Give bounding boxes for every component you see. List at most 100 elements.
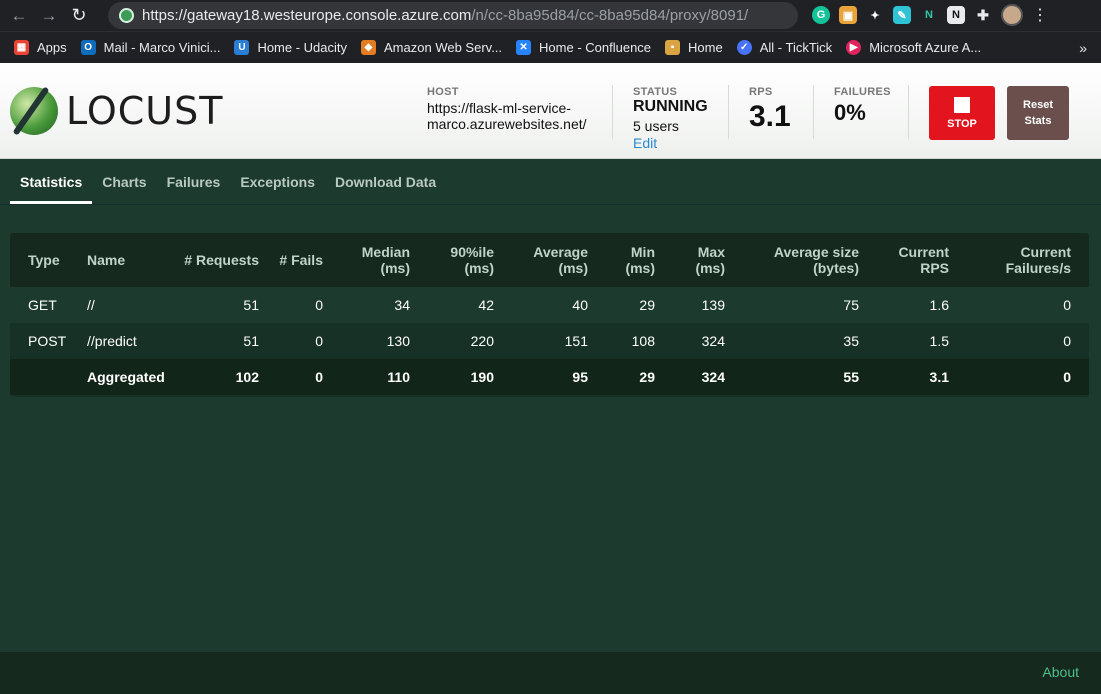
forward-arrow-icon[interactable]: → [38, 5, 60, 27]
table-cell: 0 [315, 333, 323, 349]
reset-stats-button[interactable]: Reset Stats [1007, 86, 1069, 140]
reload-icon[interactable]: ↻ [68, 5, 90, 27]
outlook-icon: O [80, 40, 96, 55]
column-header[interactable]: Min (ms) [588, 233, 655, 287]
bookmarks-overflow-icon[interactable]: » [1079, 40, 1087, 56]
failures-label: FAILURES [834, 86, 891, 98]
table-cell: 324 [701, 333, 725, 349]
about-link[interactable]: About [1042, 664, 1079, 680]
tabs-divider [0, 204, 1101, 205]
n-extension-icon[interactable]: N [920, 6, 938, 24]
confluence-icon: ✕ [516, 40, 532, 55]
tab-download-data[interactable]: Download Data [325, 166, 446, 204]
column-header[interactable]: Average (ms) [494, 233, 588, 287]
table-cell: POST [28, 333, 67, 349]
grammarly-icon[interactable]: G [812, 6, 830, 24]
bookmark-home[interactable]: ▪ Home [665, 40, 723, 55]
divider [612, 85, 613, 139]
column-header[interactable]: # Requests [175, 233, 259, 287]
table-cell: 40 [572, 297, 588, 313]
aggregated-row: Aggregated 102 0 110 190 95 29 324 55 3.… [10, 359, 1089, 395]
locust-logo: LOCUST [10, 87, 223, 135]
tab-statistics[interactable]: Statistics [10, 166, 93, 204]
puzzle-extensions-icon[interactable]: ✚ [974, 6, 992, 24]
azure-icon: ▶ [846, 40, 862, 55]
table-cell: 0 [315, 297, 323, 313]
bookmark-apps[interactable]: ▦ Apps [14, 40, 67, 55]
table-cell: 51 [243, 333, 259, 349]
status-info: STATUS RUNNING 5 users Edit [633, 86, 708, 151]
table-header-row: Type Name # Requests # Fails Median (ms)… [10, 233, 1089, 287]
column-header[interactable]: Average size (bytes) [725, 233, 859, 287]
pen-extension-icon[interactable]: ✎ [893, 6, 911, 24]
stop-button[interactable]: STOP [929, 86, 995, 140]
host-label: HOST [427, 86, 459, 98]
table-cell: 190 [470, 369, 494, 385]
locust-logo-icon [10, 87, 58, 135]
user-count: 5 users [633, 118, 679, 134]
table-cell: 151 [564, 333, 588, 349]
rps-info: RPS 3.1 [749, 86, 791, 134]
table-cell: 29 [639, 369, 655, 385]
table-cell: 35 [843, 333, 859, 349]
url-text[interactable]: https://gateway18.westeurope.console.azu… [142, 7, 748, 24]
browser-toolbar: ← → ↻ https://gateway18.westeurope.conso… [0, 0, 1101, 31]
table-cell [10, 359, 87, 395]
site-info-icon[interactable] [119, 8, 134, 23]
host-info: HOST https://flask-ml-service-marco.azur… [427, 86, 597, 132]
table-row: POST //predict 51 0 130 220 151 108 324 … [10, 323, 1089, 359]
edit-users-link[interactable]: Edit [633, 135, 708, 151]
table-cell: 110 [387, 369, 410, 385]
status-label: STATUS [633, 86, 678, 98]
table-cell: 220 [470, 333, 494, 349]
bookmark-mail[interactable]: O Mail - Marco Vinici... [80, 40, 220, 55]
table-cell: 0 [1063, 333, 1071, 349]
footer: About [0, 652, 1101, 694]
browser-menu-icon[interactable]: ⋮ [1032, 5, 1048, 25]
table-cell: 130 [386, 333, 410, 349]
tab-failures[interactable]: Failures [157, 166, 231, 204]
dog-extension-icon[interactable]: ✦ [866, 6, 884, 24]
table-cell: 75 [843, 297, 859, 313]
locust-header: LOCUST HOST https://flask-ml-service-mar… [0, 63, 1101, 159]
column-header[interactable]: Type [10, 233, 87, 287]
bookmark-aws[interactable]: ◆ Amazon Web Serv... [361, 40, 502, 55]
bookmark-ticktick[interactable]: ✓ All - TickTick [736, 40, 832, 55]
table-cell: 324 [701, 369, 725, 385]
rps-label: RPS [749, 86, 773, 98]
bookmark-confluence[interactable]: ✕ Home - Confluence [516, 40, 651, 55]
bookmark-azure[interactable]: ▶ Microsoft Azure A... [846, 40, 981, 55]
column-header[interactable]: Current Failures/s [949, 233, 1089, 287]
table-cell: 34 [394, 297, 410, 313]
table-cell: // [87, 297, 95, 313]
back-arrow-icon[interactable]: ← [8, 5, 30, 27]
tab-charts[interactable]: Charts [92, 166, 156, 204]
table-cell: GET [28, 297, 57, 313]
column-header[interactable]: 90%ile (ms) [410, 233, 494, 287]
address-bar[interactable]: https://gateway18.westeurope.console.azu… [108, 2, 798, 29]
bookmarks-bar: ▦ Apps O Mail - Marco Vinici... U Home - Ud… [0, 31, 1101, 63]
aws-icon: ◆ [361, 40, 377, 55]
table-cell: 0 [1063, 297, 1071, 313]
tab-exceptions[interactable]: Exceptions [230, 166, 325, 204]
apps-grid-icon: ▦ [14, 40, 29, 55]
divider [813, 85, 814, 139]
profile-avatar[interactable] [1001, 4, 1023, 26]
column-header[interactable]: Median (ms) [323, 233, 410, 287]
logo-text: LOCUST [66, 89, 224, 133]
table-cell: 1.6 [929, 297, 949, 313]
image-extension-icon[interactable]: ▣ [839, 6, 857, 24]
table-cell: //predict [87, 333, 137, 349]
rps-value: 3.1 [749, 100, 791, 133]
failures-value: 0% [834, 100, 866, 125]
notion-icon[interactable]: N [947, 6, 965, 24]
column-header[interactable]: # Fails [259, 233, 323, 287]
column-header[interactable]: Max (ms) [655, 233, 725, 287]
bookmark-udacity[interactable]: U Home - Udacity [234, 40, 347, 55]
table-cell: 51 [243, 297, 259, 313]
failures-info: FAILURES 0% [834, 86, 891, 126]
column-header[interactable]: Current RPS [859, 233, 949, 287]
table-cell: 3.1 [929, 369, 949, 385]
column-header[interactable]: Name [87, 233, 175, 287]
table-cell: Aggregated [87, 369, 165, 385]
